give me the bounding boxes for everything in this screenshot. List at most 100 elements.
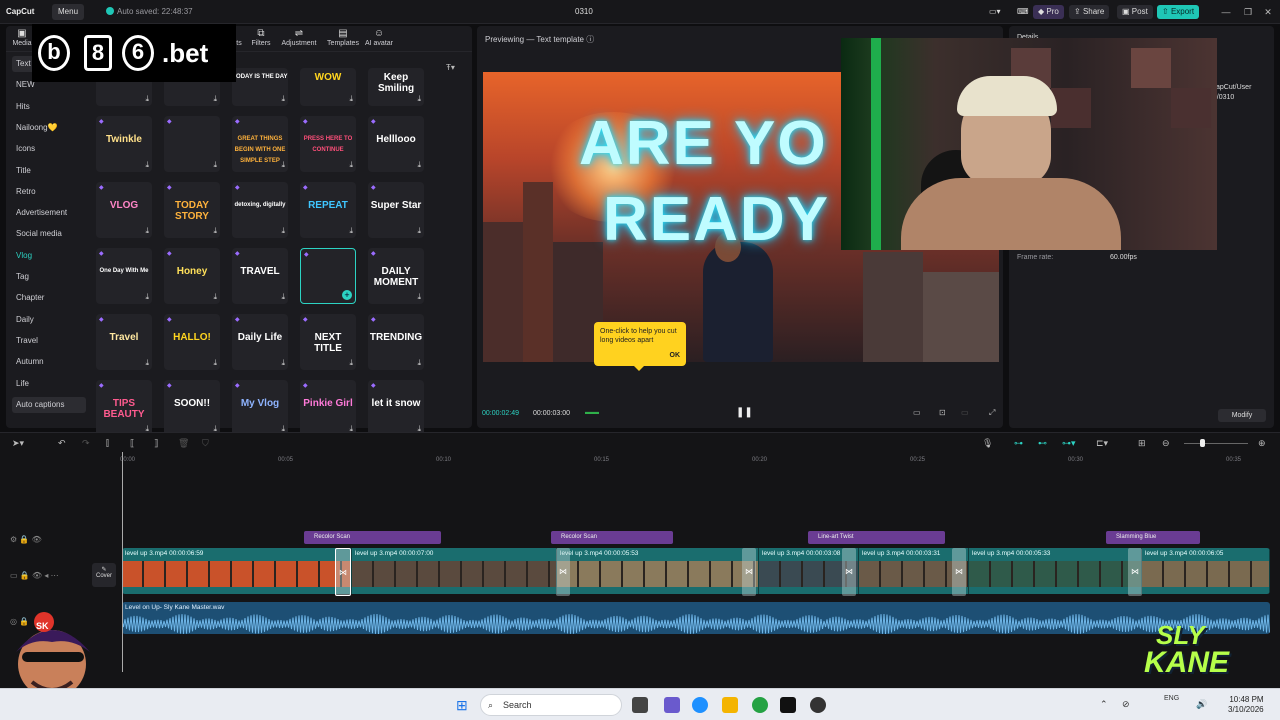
magnet-icon[interactable]: ⊷ — [1038, 438, 1047, 449]
text-template-tile[interactable]: ◆ TIPS BEAUTY ⤓ — [96, 380, 152, 436]
text-template-tile[interactable]: ◆ SOON!! ⤓ — [164, 380, 220, 436]
tooltip-ok-button[interactable]: OK — [670, 351, 681, 360]
download-icon[interactable]: ⤓ — [145, 292, 149, 302]
text-template-tile[interactable]: ◆ TODAY STORY ⤓ — [164, 182, 220, 238]
record-audio-icon[interactable]: 🎙 — [982, 438, 993, 449]
sidebar-item[interactable]: Auto captions — [12, 396, 86, 413]
text-template-tile[interactable]: ◆ Helllooo ⤓ — [368, 116, 424, 172]
share-button[interactable]: ⇪ Share — [1069, 5, 1110, 19]
text-template-tile[interactable]: ◆ Super Star ⤓ — [368, 182, 424, 238]
redo-icon[interactable]: ↷ — [82, 438, 90, 449]
edge-icon[interactable] — [692, 697, 708, 713]
text-template-tile[interactable]: ◆ VLOG ⤓ — [96, 182, 152, 238]
transition-icon[interactable]: ⋈ — [335, 548, 351, 596]
playhead[interactable] — [122, 452, 123, 672]
quality-icon[interactable]: ▭ — [913, 408, 921, 417]
transition-icon[interactable]: ⋈ — [742, 548, 756, 596]
split-left-icon[interactable]: ⟦ — [130, 438, 134, 449]
fullscreen-icon[interactable]: ⤢ — [989, 408, 995, 418]
sidebar-item[interactable]: Vlog — [12, 248, 86, 264]
download-icon[interactable]: ⤓ — [349, 226, 353, 236]
export-button[interactable]: ⇧ Export — [1157, 5, 1200, 19]
download-icon[interactable]: ⤓ — [281, 292, 285, 302]
info-icon[interactable]: ⓘ — [586, 35, 594, 44]
shield-icon[interactable]: ⛉ — [202, 438, 209, 449]
language-indicator[interactable]: ENG — [1164, 695, 1179, 702]
shortcut-icon[interactable]: ⌨ — [1012, 5, 1029, 19]
video-clip[interactable]: level up 3.mp4 00:00:07:00 — [352, 548, 557, 594]
text-template-tile[interactable]: ◆ GREAT THINGS BEGIN WITH ONE SIMPLE STEP… — [232, 116, 288, 172]
post-button[interactable]: ▣ Post — [1117, 5, 1153, 19]
text-template-tile[interactable]: ◆ My Vlog ⤓ — [232, 380, 288, 436]
download-icon[interactable]: ⤓ — [213, 292, 217, 302]
text-template-tile[interactable]: ◆ + — [300, 248, 356, 304]
task-view-icon[interactable] — [632, 697, 648, 713]
video-track-controls[interactable]: ▭ 🔒 👁 ◂ ⋯ — [10, 571, 59, 580]
sidebar-item[interactable]: Social media — [12, 226, 86, 242]
sidebar-item[interactable]: Retro — [12, 184, 86, 200]
zoom-slider[interactable] — [1184, 443, 1248, 444]
track-settings-icon[interactable]: ⚙ 🔒 👁 — [10, 535, 42, 544]
sidebar-item[interactable]: Title — [12, 163, 86, 179]
tab-media[interactable]: ▣ Media — [10, 28, 34, 47]
text-template-tile[interactable]: ◆ TRAVEL ⤓ — [232, 248, 288, 304]
download-icon[interactable]: ⤓ — [349, 94, 353, 104]
effect-clip[interactable]: Slamming Blue — [1106, 531, 1200, 544]
download-icon[interactable]: ⤓ — [145, 160, 149, 170]
file-explorer-icon[interactable] — [722, 697, 738, 713]
download-icon[interactable]: ⤓ — [417, 292, 421, 302]
text-template-tile[interactable]: ◆ detoxing, digitally ⤓ — [232, 182, 288, 238]
download-icon[interactable]: ⤓ — [417, 358, 421, 368]
sidebar-item[interactable]: Tag — [12, 269, 86, 285]
transition-icon[interactable]: ⋈ — [1128, 548, 1142, 596]
effect-clip[interactable]: Line-art Twist — [808, 531, 945, 544]
obs-icon[interactable] — [810, 697, 826, 713]
select-tool-icon[interactable]: ➤▾ — [12, 438, 24, 449]
sidebar-item[interactable]: Travel — [12, 333, 86, 349]
tab-filters[interactable]: ⧉ Filters — [248, 28, 274, 47]
download-icon[interactable]: ⤓ — [349, 358, 353, 368]
split-icon[interactable]: ⫿ — [106, 438, 109, 449]
text-template-tile[interactable]: TODAY IS THE DAY ⤓ — [232, 68, 288, 106]
ratio-icon[interactable]: ▭ — [961, 408, 969, 417]
download-icon[interactable]: ⤓ — [213, 358, 217, 368]
main-video-track[interactable]: level up 3.mp4 00:00:06:59 level up 3.mp4… — [122, 548, 1270, 594]
download-icon[interactable]: ⤓ — [213, 226, 217, 236]
tab-adjustment[interactable]: ⇌ Adjustment — [278, 28, 320, 47]
add-icon[interactable]: + — [342, 290, 352, 300]
taskbar-clock[interactable]: 10:48 PM 3/10/2026 — [1228, 695, 1264, 715]
video-clip[interactable]: level up 3.mp4 00:00:06:59 — [122, 548, 352, 594]
caption-icon[interactable]: ⊞ — [1138, 438, 1146, 449]
modify-button[interactable]: Modify — [1218, 409, 1266, 422]
zoom-slider-handle[interactable] — [1200, 439, 1205, 447]
text-template-tile[interactable]: WOW ⤓ — [300, 68, 356, 106]
text-template-tile[interactable]: ◆ DAILY MOMENT ⤓ — [368, 248, 424, 304]
sidebar-item[interactable]: Advertisement — [12, 205, 86, 221]
undo-icon[interactable]: ↶ — [58, 438, 66, 449]
split-right-icon[interactable]: ⟧ — [154, 438, 158, 449]
download-icon[interactable]: ⤓ — [213, 160, 217, 170]
link-main-track-icon[interactable]: ⊶ — [1014, 438, 1023, 449]
download-icon[interactable]: ⤓ — [417, 160, 421, 170]
effect-clip[interactable]: Recolor Scan — [304, 531, 441, 544]
download-icon[interactable]: ⤓ — [417, 226, 421, 236]
capcut-icon[interactable] — [780, 697, 796, 713]
text-template-tile[interactable]: ◆ Pinkie Girl ⤓ — [300, 380, 356, 436]
transition-icon[interactable]: ⋈ — [842, 548, 856, 596]
zoom-in-icon[interactable]: ⊕ — [1258, 438, 1266, 449]
minimize-icon[interactable]: — — [1220, 6, 1232, 18]
text-template-tile[interactable]: ◆ ⤓ — [164, 116, 220, 172]
zoom-out-icon[interactable]: ⊖ — [1162, 438, 1170, 449]
download-icon[interactable]: ⤓ — [281, 358, 285, 368]
download-icon[interactable]: ⤓ — [281, 226, 285, 236]
download-icon[interactable]: ⤓ — [281, 160, 285, 170]
video-clip[interactable]: level up 3.mp4 00:00:05:53 — [557, 548, 759, 594]
text-template-tile[interactable]: ◆ Honey ⤓ — [164, 248, 220, 304]
text-template-tile[interactable]: ◆ REPEAT ⤓ — [300, 182, 356, 238]
transition-icon[interactable]: ⋈ — [952, 548, 966, 596]
text-template-tile[interactable]: ◆ TRENDING ⤓ — [368, 314, 424, 370]
text-template-tile[interactable]: ◆ One Day With Me ⤓ — [96, 248, 152, 304]
tab-templates[interactable]: ▤ Templates — [324, 28, 362, 47]
pro-button[interactable]: ◆ Pro — [1033, 5, 1064, 19]
download-icon[interactable]: ⤓ — [145, 226, 149, 236]
